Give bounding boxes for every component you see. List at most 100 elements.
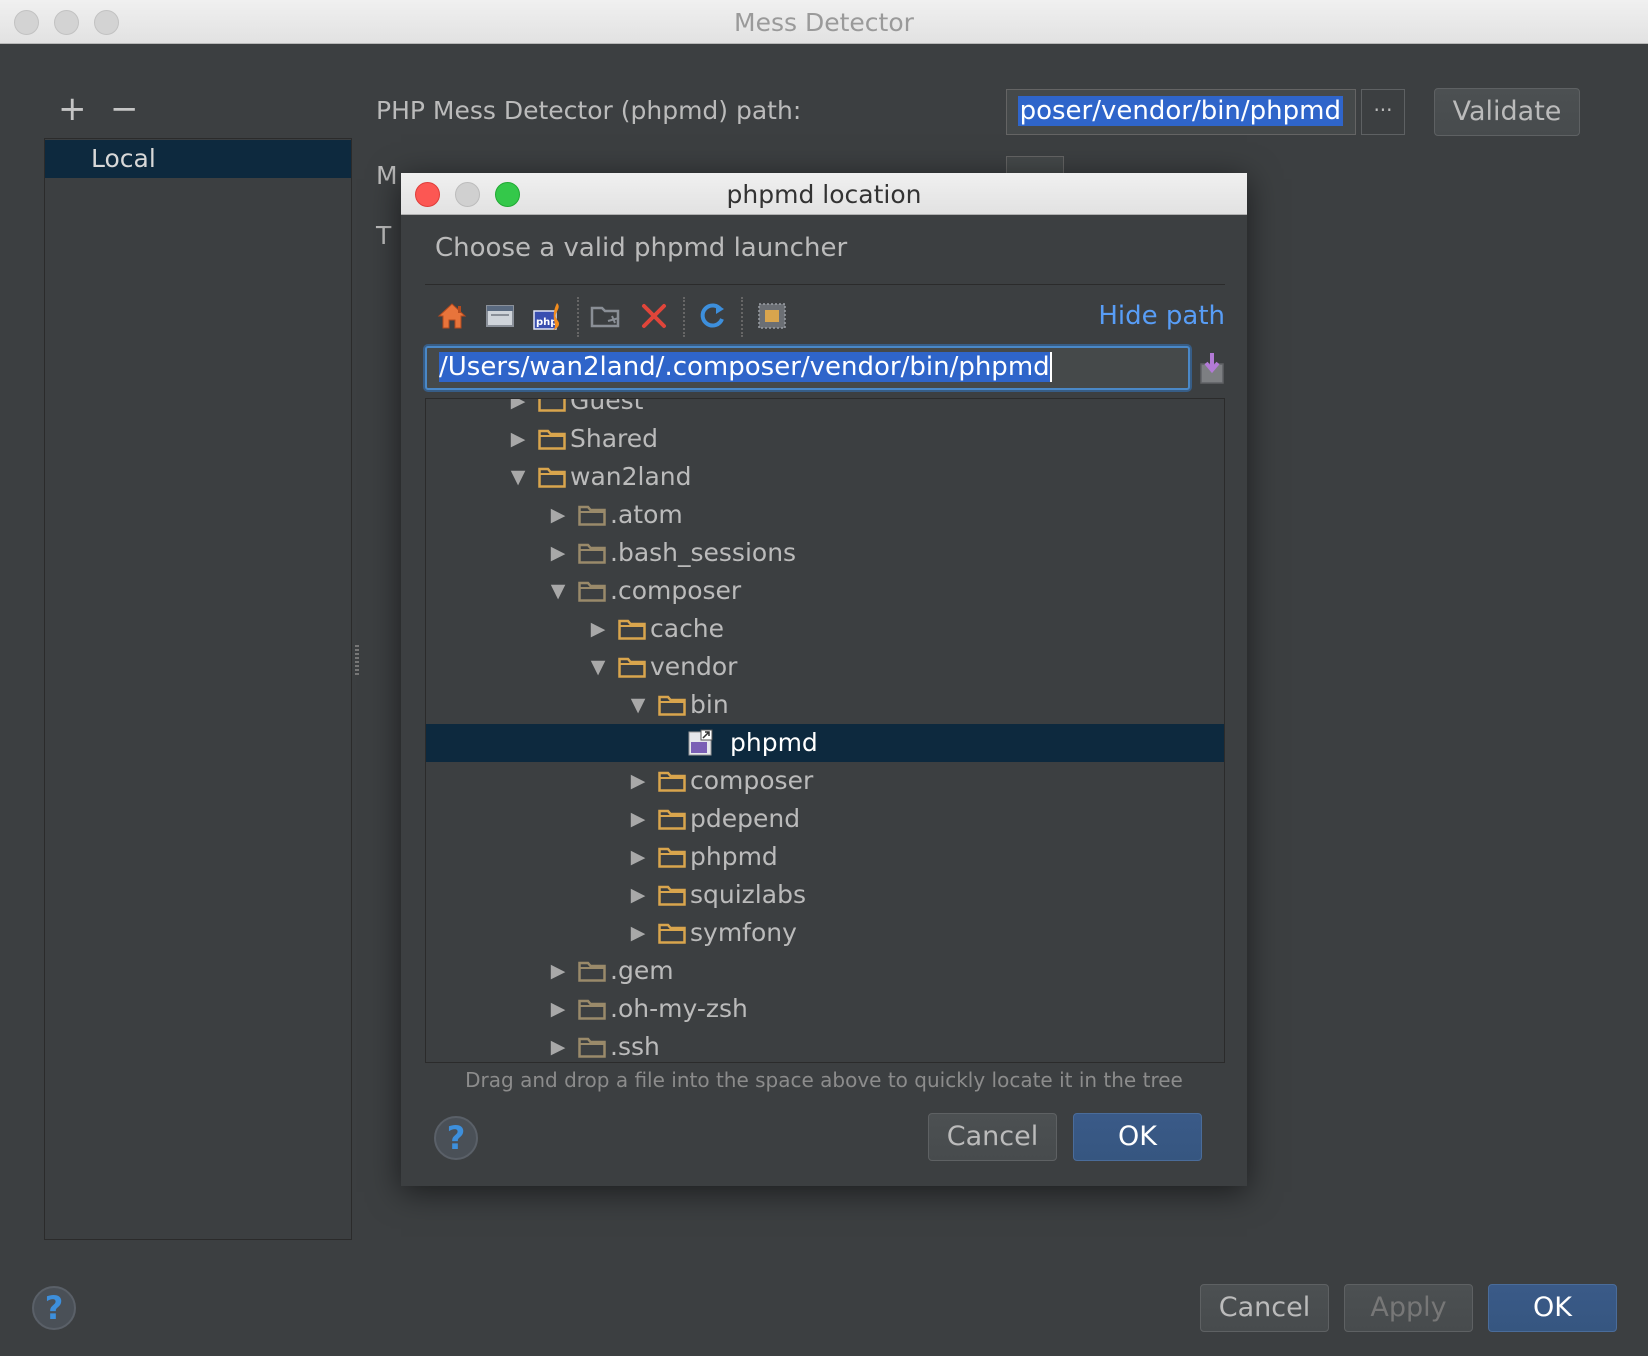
- tree-row-label: .bash_sessions: [610, 538, 797, 567]
- home-icon[interactable]: [435, 299, 469, 333]
- tree-row-label: symfony: [690, 918, 797, 947]
- validate-button[interactable]: Validate: [1434, 88, 1580, 136]
- folder-icon: [618, 657, 646, 678]
- tree-row-label: composer: [690, 766, 814, 795]
- folder-icon: [618, 619, 646, 640]
- tree-row-label: .atom: [610, 500, 683, 529]
- tree-row-label: .composer: [610, 576, 742, 605]
- remove-button[interactable]: −: [110, 92, 139, 126]
- folder-icon: [658, 885, 686, 906]
- tree-row-label: wan2land: [570, 462, 692, 491]
- dialog-title: phpmd location: [726, 180, 922, 209]
- dialog-titlebar: phpmd location: [401, 173, 1247, 215]
- expanded-arrow-icon[interactable]: ▼: [508, 458, 528, 496]
- path-input-value: /Users/wan2land/.composer/vendor/bin/php…: [439, 352, 1052, 382]
- help-button[interactable]: ?: [32, 1286, 76, 1330]
- tree-row[interactable]: ▶ squizlabs: [426, 876, 1224, 914]
- tree-row[interactable]: ▶ phpmd: [426, 838, 1224, 876]
- tree-row[interactable]: ▶ Shared: [426, 420, 1224, 458]
- file-tree[interactable]: ▶ Guest ▶ Shared ▼ wan2land ▶ .atom ▶ .bash_sessi…: [425, 398, 1225, 1063]
- tree-row[interactable]: ▼ bin: [426, 686, 1224, 724]
- collapsed-arrow-icon[interactable]: ▶: [548, 1028, 568, 1062]
- download-icon[interactable]: [1198, 351, 1226, 385]
- tree-row-label: Guest: [570, 398, 644, 415]
- tree-row[interactable]: ▶ .gem: [426, 952, 1224, 990]
- desktop-icon[interactable]: [483, 299, 517, 333]
- path-input[interactable]: /Users/wan2land/.composer/vendor/bin/php…: [425, 346, 1190, 390]
- browse-button[interactable]: ···: [1361, 89, 1405, 135]
- tree-row[interactable]: ▼ wan2land: [426, 458, 1224, 496]
- add-button[interactable]: +: [58, 92, 87, 126]
- sidebar-item-local[interactable]: Local: [45, 140, 351, 178]
- tree-row-label: phpmd: [730, 728, 818, 757]
- expanded-arrow-icon[interactable]: ▼: [548, 572, 568, 610]
- tree-row[interactable]: ▶ symfony: [426, 914, 1224, 952]
- php-project-icon[interactable]: php: [531, 299, 565, 333]
- tree-row-selected[interactable]: phpmd: [426, 724, 1224, 762]
- folder-icon: [538, 399, 566, 412]
- dialog-ok-button[interactable]: OK: [1073, 1113, 1202, 1161]
- show-hidden-icon[interactable]: [755, 299, 789, 333]
- tree-row-label: cache: [650, 614, 725, 643]
- php-file-icon: [688, 729, 713, 756]
- tree-row[interactable]: ▶ .atom: [426, 496, 1224, 534]
- tree-row[interactable]: ▶ .oh-my-zsh: [426, 990, 1224, 1028]
- splitter-handle[interactable]: [355, 645, 359, 675]
- tree-row[interactable]: ▶ .bash_sessions: [426, 534, 1224, 572]
- cancel-button[interactable]: Cancel: [1200, 1284, 1329, 1332]
- tree-row[interactable]: ▶ cache: [426, 610, 1224, 648]
- folder-icon: [578, 961, 606, 982]
- drag-drop-hint: Drag and drop a file into the space abov…: [465, 1068, 1183, 1092]
- tree-row-label: .oh-my-zsh: [610, 994, 748, 1023]
- collapsed-arrow-icon[interactable]: ▶: [628, 876, 648, 914]
- collapsed-arrow-icon[interactable]: ▶: [548, 534, 568, 572]
- ok-button[interactable]: OK: [1488, 1284, 1617, 1332]
- folder-icon: [658, 695, 686, 716]
- tree-row[interactable]: ▶ Guest: [426, 398, 1224, 420]
- tree-row-label: .ssh: [610, 1032, 660, 1061]
- tree-row-label: pdepend: [690, 804, 801, 833]
- new-folder-icon[interactable]: [589, 299, 623, 333]
- collapsed-arrow-icon[interactable]: ▶: [508, 420, 528, 458]
- collapsed-arrow-icon[interactable]: ▶: [588, 610, 608, 648]
- collapsed-arrow-icon[interactable]: ▶: [628, 914, 648, 952]
- tree-row[interactable]: ▼ .composer: [426, 572, 1224, 610]
- tree-row[interactable]: ▶ composer: [426, 762, 1224, 800]
- max-messages-label: M: [376, 161, 398, 190]
- collapsed-arrow-icon[interactable]: ▶: [548, 952, 568, 990]
- toolbar-separator: [577, 297, 579, 337]
- tree-row-label: bin: [690, 690, 729, 719]
- phpmd-path-input[interactable]: poser/vendor/bin/phpmd: [1006, 89, 1356, 135]
- tree-row[interactable]: ▶ pdepend: [426, 800, 1224, 838]
- file-chooser-toolbar: php Hide path: [425, 293, 1225, 339]
- folder-icon: [538, 429, 566, 450]
- dialog-separator: [425, 284, 1225, 285]
- toolbar-separator: [741, 297, 743, 337]
- refresh-icon[interactable]: [695, 299, 729, 333]
- collapsed-arrow-icon[interactable]: ▶: [508, 399, 528, 420]
- collapsed-arrow-icon[interactable]: ▶: [628, 800, 648, 838]
- collapsed-arrow-icon[interactable]: ▶: [628, 762, 648, 800]
- dialog-cancel-button[interactable]: Cancel: [928, 1113, 1057, 1161]
- delete-icon[interactable]: [637, 299, 671, 333]
- expanded-arrow-icon[interactable]: ▼: [588, 648, 608, 686]
- apply-button[interactable]: Apply: [1344, 1284, 1473, 1332]
- folder-icon: [538, 467, 566, 488]
- tree-row-label: Shared: [570, 424, 659, 453]
- collapsed-arrow-icon[interactable]: ▶: [548, 990, 568, 1028]
- folder-icon: [658, 809, 686, 830]
- hide-path-link[interactable]: Hide path: [1098, 301, 1225, 331]
- interpreter-list: Local: [44, 138, 352, 1240]
- tree-row[interactable]: ▼ vendor: [426, 648, 1224, 686]
- collapsed-arrow-icon[interactable]: ▶: [548, 496, 568, 534]
- folder-icon: [578, 1037, 606, 1058]
- expanded-arrow-icon[interactable]: ▼: [628, 686, 648, 724]
- window-titlebar: Mess Detector: [0, 0, 1648, 44]
- tree-row[interactable]: ▶ .ssh: [426, 1028, 1224, 1062]
- collapsed-arrow-icon[interactable]: ▶: [628, 838, 648, 876]
- folder-icon: [658, 923, 686, 944]
- timeout-label: T: [376, 221, 392, 250]
- dialog-help-button[interactable]: ?: [434, 1116, 478, 1160]
- tree-row-label: vendor: [650, 652, 738, 681]
- folder-icon: [578, 505, 606, 526]
